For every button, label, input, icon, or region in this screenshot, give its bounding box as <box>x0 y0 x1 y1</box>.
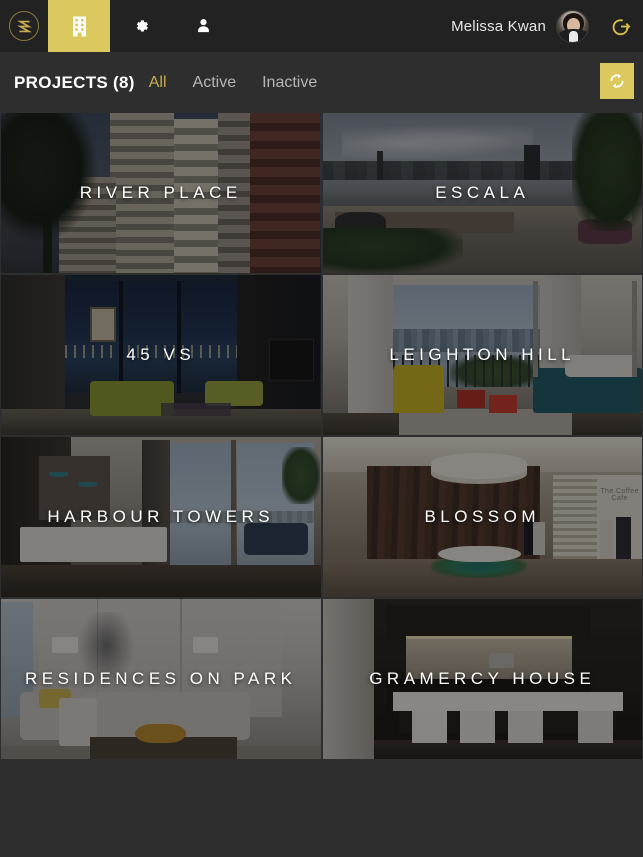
project-name: GRAMERCY HOUSE <box>369 669 596 688</box>
sidebar-item-projects[interactable] <box>48 0 110 52</box>
user-name-label: Melissa Kwan <box>451 17 546 35</box>
app-logo[interactable] <box>0 0 48 52</box>
project-card-residences-on-park[interactable]: RESIDENCES ON PARK <box>1 599 321 759</box>
logout-arrow-icon <box>612 18 630 35</box>
avatar-shirt <box>569 30 578 42</box>
user-menu[interactable]: Melissa Kwan <box>451 0 597 52</box>
filter-tab-all[interactable]: All <box>149 74 167 92</box>
logo-circle <box>9 11 39 41</box>
page-title: PROJECTS (8) <box>14 72 135 92</box>
filter-tab-inactive[interactable]: Inactive <box>262 74 317 92</box>
top-navigation-bar: Melissa Kwan <box>0 0 643 52</box>
sidebar-item-account[interactable] <box>172 0 234 52</box>
project-name: HARBOUR TOWERS <box>47 507 275 526</box>
project-card-45-vs[interactable]: 45 VS <box>1 275 321 435</box>
project-name: ESCALA <box>435 183 530 202</box>
project-card-river-place[interactable]: RIVER PLACE <box>1 113 321 273</box>
filter-tab-active[interactable]: Active <box>193 74 237 92</box>
avatar[interactable] <box>556 9 589 43</box>
refresh-icon <box>610 73 624 89</box>
header-spacer <box>234 0 451 52</box>
project-name: RESIDENCES ON PARK <box>24 669 297 688</box>
gear-icon <box>136 20 148 32</box>
project-card-escala[interactable]: ESCALA <box>322 113 642 273</box>
person-icon <box>197 19 209 33</box>
projects-toolbar: PROJECTS (8) All Active Inactive <box>0 52 643 113</box>
projects-grid: RIVER PLACE ESCALA 45 VS LEIGHTON HILL H… <box>0 113 643 759</box>
shuttle-s-logo-icon <box>16 20 32 32</box>
project-name: 45 VS <box>126 345 196 364</box>
project-name: BLOSSOM <box>424 507 541 526</box>
refresh-button[interactable] <box>600 63 634 99</box>
project-name: LEIGHTON HILL <box>389 345 576 364</box>
logout-button[interactable] <box>597 0 643 52</box>
project-card-harbour-towers[interactable]: HARBOUR TOWERS <box>1 437 321 597</box>
project-name: RIVER PLACE <box>79 183 242 202</box>
building-icon <box>72 16 86 37</box>
project-card-leighton-hill[interactable]: LEIGHTON HILL <box>322 275 642 435</box>
project-card-gramercy-house[interactable]: GRAMERCY HOUSE <box>322 599 642 759</box>
project-card-blossom[interactable]: The Coffee Cafe BLOSSOM <box>322 437 642 597</box>
sidebar-item-settings[interactable] <box>110 0 172 52</box>
